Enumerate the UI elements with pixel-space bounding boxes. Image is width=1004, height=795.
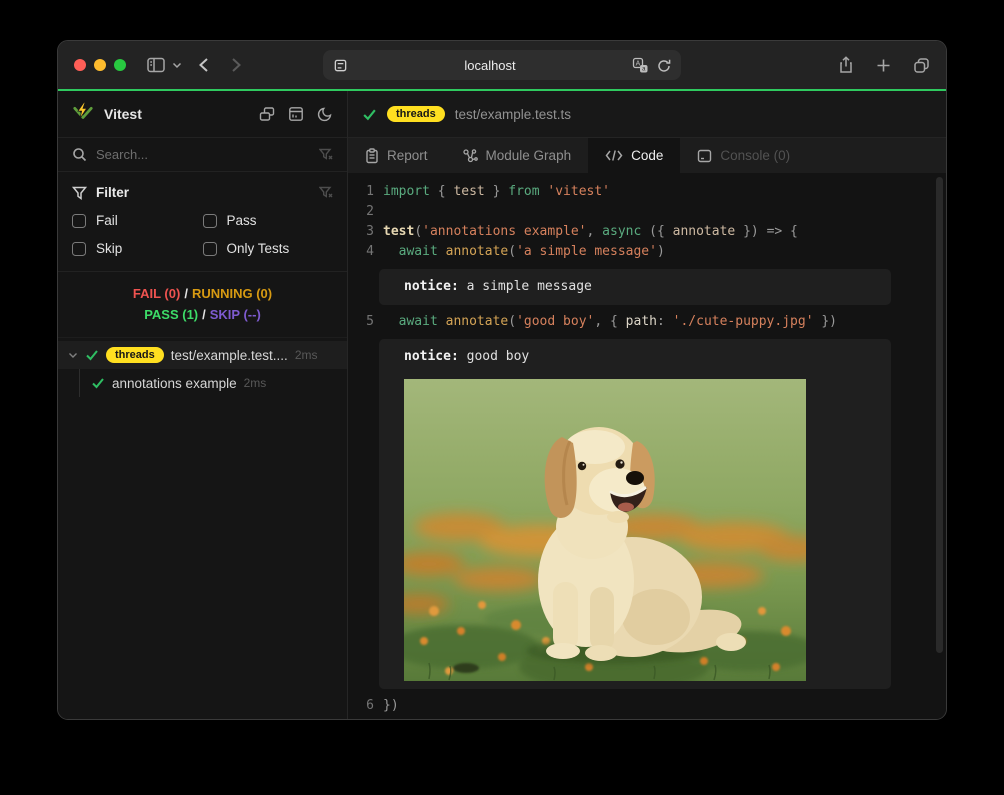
checkbox-box[interactable] [72, 242, 86, 256]
code-text: await annotate('a simple message') [383, 242, 665, 262]
clear-filter-icon[interactable] [319, 186, 333, 199]
main-panel: threads test/example.test.ts Report [348, 91, 946, 719]
line-number: 2 [348, 202, 374, 222]
tab-code[interactable]: Code [588, 138, 680, 173]
test-duration: 2ms [244, 376, 267, 390]
code-line-2: 2 [348, 202, 946, 222]
sidebar: Vitest [58, 91, 348, 719]
search-icon [72, 147, 87, 162]
tab-console[interactable]: Console (0) [680, 138, 807, 173]
annotation-notice: notice: a simple message [379, 269, 891, 305]
window-controls [74, 59, 126, 71]
line-number: 1 [348, 182, 374, 202]
cute-puppy-picture [404, 379, 806, 681]
translate-icon[interactable]: A a [632, 57, 648, 73]
report-icon [365, 148, 379, 164]
code-editor: 1 import { test } from 'vitest' 23 test('an… [348, 173, 946, 719]
browser-window: localhost A a [57, 40, 947, 720]
filter-title: Filter [96, 185, 129, 200]
app-title: Vitest [104, 106, 142, 122]
ungroup-windows-icon[interactable] [259, 106, 275, 122]
filter-checkbox-fail[interactable]: Fail [72, 213, 203, 228]
page-format-icon[interactable] [333, 58, 348, 73]
url-text: localhost [348, 58, 632, 73]
dark-mode-moon-icon[interactable] [317, 106, 333, 122]
clear-search-filter-icon[interactable] [319, 148, 333, 161]
reload-icon[interactable] [657, 58, 671, 73]
test-file-row[interactable]: threads test/example.test.... 2ms [58, 341, 347, 369]
annotation-notice: notice: good boy [379, 339, 891, 689]
test-file-label: test/example.test.... [171, 348, 288, 363]
console-icon [697, 149, 712, 163]
scrollbar-thumb[interactable] [936, 177, 943, 653]
pass-count: PASS (1) [144, 307, 198, 322]
test-case-label: annotations example [112, 376, 237, 391]
filter-panel: Filter Fail Pass [58, 172, 347, 272]
filter-funnel-icon [72, 186, 87, 200]
checkbox-box[interactable] [203, 214, 217, 228]
module-graph-icon [462, 148, 478, 164]
code-icon [605, 149, 623, 162]
line-number: 6 [348, 696, 374, 716]
filter-checkbox-only-tests[interactable]: Only Tests [203, 241, 334, 256]
svg-text:A: A [636, 61, 641, 68]
file-header: threads test/example.test.ts [348, 91, 946, 138]
line-number: 4 [348, 242, 374, 262]
sidebar-header: Vitest [58, 91, 347, 138]
code-text: test('annotations example', async ({ ann… [383, 222, 798, 242]
test-duration: 2ms [295, 348, 318, 362]
test-case-row[interactable]: annotations example 2ms [79, 369, 347, 397]
code-line-6: 6}) [348, 696, 946, 716]
skip-count: SKIP (--) [210, 307, 261, 322]
tab-overview-icon[interactable] [913, 56, 930, 74]
tab-report[interactable]: Report [348, 138, 445, 173]
forward-button[interactable] [231, 57, 242, 73]
browser-toolbar: localhost A a [58, 41, 946, 89]
code-text: await annotate('good boy', { path: './cu… [383, 312, 837, 332]
tab-module-graph[interactable]: Module Graph [445, 138, 589, 173]
checkbox-box[interactable] [203, 242, 217, 256]
sidebar-toggle-icon[interactable] [146, 56, 166, 74]
annotation-type-label: notice: [404, 279, 459, 294]
code-text: import { test } from 'vitest' [383, 182, 610, 202]
pass-check-icon [362, 108, 377, 121]
file-path: test/example.test.ts [455, 107, 571, 122]
pass-check-icon [85, 349, 99, 361]
annotation-image-cute-puppy [404, 379, 806, 681]
sidebar-chevron-down-icon[interactable] [172, 61, 182, 69]
back-button[interactable] [198, 57, 209, 73]
close-button[interactable] [74, 59, 86, 71]
annotation-message: a simple message [459, 279, 592, 294]
checkbox-box[interactable] [72, 214, 86, 228]
code-line-1: 1 import { test } from 'vitest' [348, 182, 946, 202]
fail-count: FAIL (0) [133, 286, 180, 301]
search-input[interactable] [96, 147, 310, 162]
address-bar[interactable]: localhost A a [323, 50, 681, 80]
zoom-button[interactable] [114, 59, 126, 71]
search-bar [58, 138, 347, 172]
line-number: 5 [348, 312, 374, 332]
minimize-button[interactable] [94, 59, 106, 71]
pool-badge: threads [106, 347, 164, 363]
code-text: }) [383, 696, 399, 716]
code-line-5: 5 await annotate('good boy', { path: './… [348, 312, 946, 332]
code-line-4: 4 await annotate('a simple message') [348, 242, 946, 262]
pool-badge: threads [387, 106, 445, 122]
line-number: 3 [348, 222, 374, 242]
pass-check-icon [91, 377, 105, 389]
test-tree: threads test/example.test.... 2ms annota… [58, 338, 347, 397]
new-tab-plus-icon[interactable] [876, 56, 891, 74]
annotation-type-label: notice: [404, 349, 459, 364]
dashboard-icon[interactable] [288, 106, 304, 122]
annotation-message: good boy [459, 349, 529, 364]
code-line-3: 3 test('annotations example', async ({ an… [348, 222, 946, 242]
vitest-logo-icon [72, 101, 94, 128]
chevron-down-icon[interactable] [68, 352, 78, 359]
tab-bar: Report Module Graph [348, 138, 946, 173]
test-status-summary: FAIL (0)/RUNNING (0) PASS (1)/SKIP (--) [58, 272, 347, 338]
running-count: RUNNING (0) [192, 286, 272, 301]
filter-checkbox-pass[interactable]: Pass [203, 213, 334, 228]
filter-checkbox-skip[interactable]: Skip [72, 241, 203, 256]
share-icon[interactable] [838, 56, 854, 74]
